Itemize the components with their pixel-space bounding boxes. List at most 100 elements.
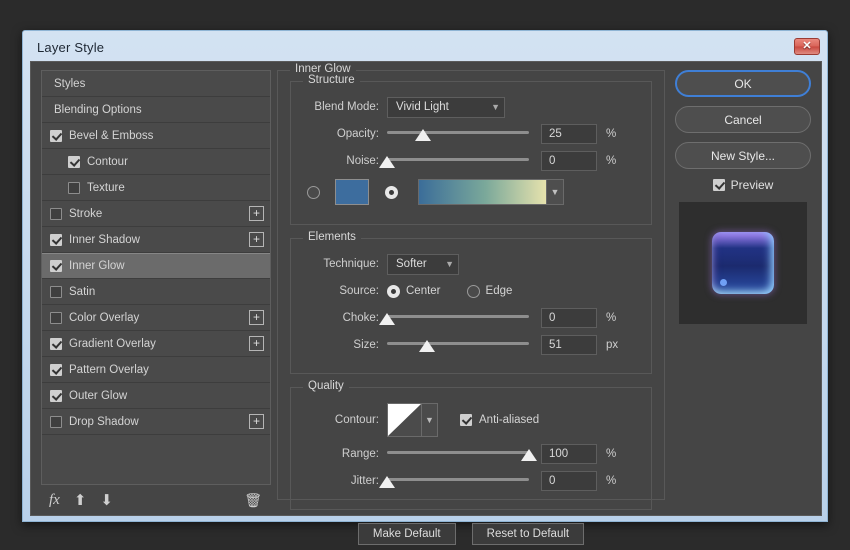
- ok-button[interactable]: OK: [675, 70, 811, 97]
- anti-aliased-checkbox[interactable]: [460, 414, 472, 426]
- reset-default-button[interactable]: Reset to Default: [471, 523, 585, 545]
- fx-icon[interactable]: fx: [49, 492, 60, 509]
- jitter-thumb[interactable]: [379, 476, 395, 488]
- quality-title: Quality: [303, 380, 349, 392]
- make-default-button[interactable]: Make Default: [357, 523, 456, 545]
- blend-mode-select[interactable]: Vivid Light ▼: [387, 96, 505, 118]
- sidebar-item-label: Stroke: [69, 207, 103, 220]
- jitter-label: Jitter:: [350, 475, 379, 487]
- choke-slider[interactable]: [379, 308, 529, 328]
- contour-chevron-down-icon[interactable]: ▼: [421, 403, 438, 437]
- add-effect-icon[interactable]: +: [249, 414, 264, 429]
- range-thumb[interactable]: [521, 449, 537, 461]
- gradient-radio[interactable]: [385, 185, 398, 199]
- add-effect-icon[interactable]: +: [249, 336, 264, 351]
- noise-slider[interactable]: [379, 151, 529, 171]
- opacity-thumb[interactable]: [414, 129, 431, 141]
- opacity-slider[interactable]: [387, 124, 529, 144]
- close-button[interactable]: ✕: [794, 38, 820, 55]
- add-effect-icon[interactable]: +: [249, 310, 264, 325]
- range-slider[interactable]: [387, 444, 537, 464]
- preview-toggle[interactable]: Preview: [675, 178, 811, 192]
- dialog-body: Styles Blending Options Bevel & Emboss Cont…: [30, 61, 822, 545]
- size-thumb[interactable]: [418, 340, 435, 352]
- opacity-unit: %: [606, 128, 617, 140]
- effect-checkbox[interactable]: [50, 285, 62, 298]
- range-input[interactable]: 100: [541, 444, 597, 464]
- size-slider[interactable]: [387, 335, 529, 355]
- sidebar-item-label: Styles: [54, 77, 86, 90]
- sidebar-item-color-overlay[interactable]: Color Overlay +: [42, 305, 270, 331]
- technique-value: Softer: [396, 258, 427, 270]
- sidebar-item-satin[interactable]: Satin: [42, 279, 270, 305]
- effect-checkbox[interactable]: [68, 181, 80, 194]
- preview-swatch: [712, 232, 774, 294]
- sidebar-item-contour[interactable]: Contour: [42, 149, 270, 175]
- add-effect-icon[interactable]: +: [249, 232, 264, 247]
- move-up-icon[interactable]: ⬆: [74, 491, 87, 509]
- source-edge-radio[interactable]: [466, 284, 480, 298]
- sidebar-item-inner-glow[interactable]: Inner Glow: [42, 253, 270, 279]
- sidebar-item-texture[interactable]: Texture: [42, 175, 270, 201]
- noise-track: [387, 158, 529, 161]
- anti-aliased-wrap[interactable]: Anti-aliased: [460, 414, 539, 426]
- inner-glow-group: Inner Glow Structure Blend Mode: Vivid L…: [277, 63, 665, 545]
- effect-checkbox[interactable]: [50, 260, 62, 272]
- technique-row: Technique: Softer ▼: [301, 253, 641, 275]
- sidebar-item-outer-glow[interactable]: Outer Glow: [42, 383, 270, 409]
- style-list: Styles Blending Options Bevel & Emboss Cont…: [41, 70, 271, 485]
- close-icon: ✕: [802, 40, 812, 52]
- effect-checkbox[interactable]: [50, 129, 62, 142]
- jitter-slider[interactable]: [379, 471, 529, 491]
- effect-checkbox[interactable]: [50, 363, 62, 376]
- effect-checkbox[interactable]: [50, 207, 62, 220]
- glow-color-swatch[interactable]: [335, 179, 369, 205]
- sidebar-item-label: Color Overlay: [69, 311, 140, 324]
- effect-panel: Inner Glow Structure Blend Mode: Vivid L…: [271, 62, 671, 545]
- sidebar-item-blending-options[interactable]: Blending Options: [42, 97, 270, 123]
- sidebar-item-drop-shadow[interactable]: Drop Shadow +: [42, 409, 270, 435]
- new-style-button[interactable]: New Style...: [675, 142, 811, 169]
- move-down-icon[interactable]: ⬇: [100, 491, 113, 509]
- add-effect-icon[interactable]: +: [249, 206, 264, 221]
- opacity-track: [387, 131, 529, 134]
- jitter-row: Jitter: 0 %: [301, 470, 641, 492]
- sidebar-item-gradient-overlay[interactable]: Gradient Overlay +: [42, 331, 270, 357]
- opacity-input[interactable]: 25: [541, 124, 597, 144]
- sidebar-item-bevel-emboss[interactable]: Bevel & Emboss: [42, 123, 270, 149]
- noise-label: Noise:: [346, 155, 379, 167]
- sidebar-item-stroke[interactable]: Stroke +: [42, 201, 270, 227]
- solid-color-radio[interactable]: [307, 185, 320, 199]
- noise-unit: %: [606, 155, 617, 167]
- cancel-button[interactable]: Cancel: [675, 106, 811, 133]
- sidebar-item-styles[interactable]: Styles: [42, 71, 270, 97]
- quality-group: Quality Contour: ▼ Anti-aliased Range: 1…: [290, 380, 652, 510]
- gradient-chevron-down-icon[interactable]: ▼: [546, 179, 564, 205]
- choke-unit: %: [606, 312, 617, 324]
- effect-checkbox[interactable]: [68, 155, 80, 168]
- chevron-down-icon: ▼: [445, 259, 454, 269]
- elements-group: Elements Technique: Softer ▼ Source: Cen…: [290, 231, 652, 374]
- jitter-input[interactable]: 0: [541, 471, 597, 491]
- noise-input[interactable]: 0: [541, 151, 597, 171]
- noise-thumb[interactable]: [379, 156, 395, 168]
- effect-checkbox[interactable]: [50, 233, 62, 246]
- size-input[interactable]: 51: [541, 335, 597, 355]
- effect-checkbox[interactable]: [50, 311, 62, 324]
- preview-checkbox[interactable]: [712, 179, 725, 191]
- choke-thumb[interactable]: [379, 313, 395, 325]
- gradient-picker[interactable]: ▼: [418, 179, 564, 205]
- delete-icon[interactable]: 🗑: [244, 492, 262, 509]
- sidebar-item-inner-shadow[interactable]: Inner Shadow +: [42, 227, 270, 253]
- effect-checkbox[interactable]: [50, 415, 62, 428]
- choke-row: Choke: 0 %: [301, 307, 641, 329]
- range-track: [387, 451, 529, 454]
- source-center-radio[interactable]: [387, 284, 400, 298]
- contour-picker[interactable]: ▼: [387, 403, 438, 437]
- effect-checkbox[interactable]: [50, 389, 62, 402]
- sidebar-item-pattern-overlay[interactable]: Pattern Overlay: [42, 357, 270, 383]
- effect-checkbox[interactable]: [50, 337, 62, 350]
- choke-input[interactable]: 0: [541, 308, 597, 328]
- technique-select[interactable]: Softer ▼: [387, 253, 459, 275]
- anti-aliased-label: Anti-aliased: [479, 414, 540, 426]
